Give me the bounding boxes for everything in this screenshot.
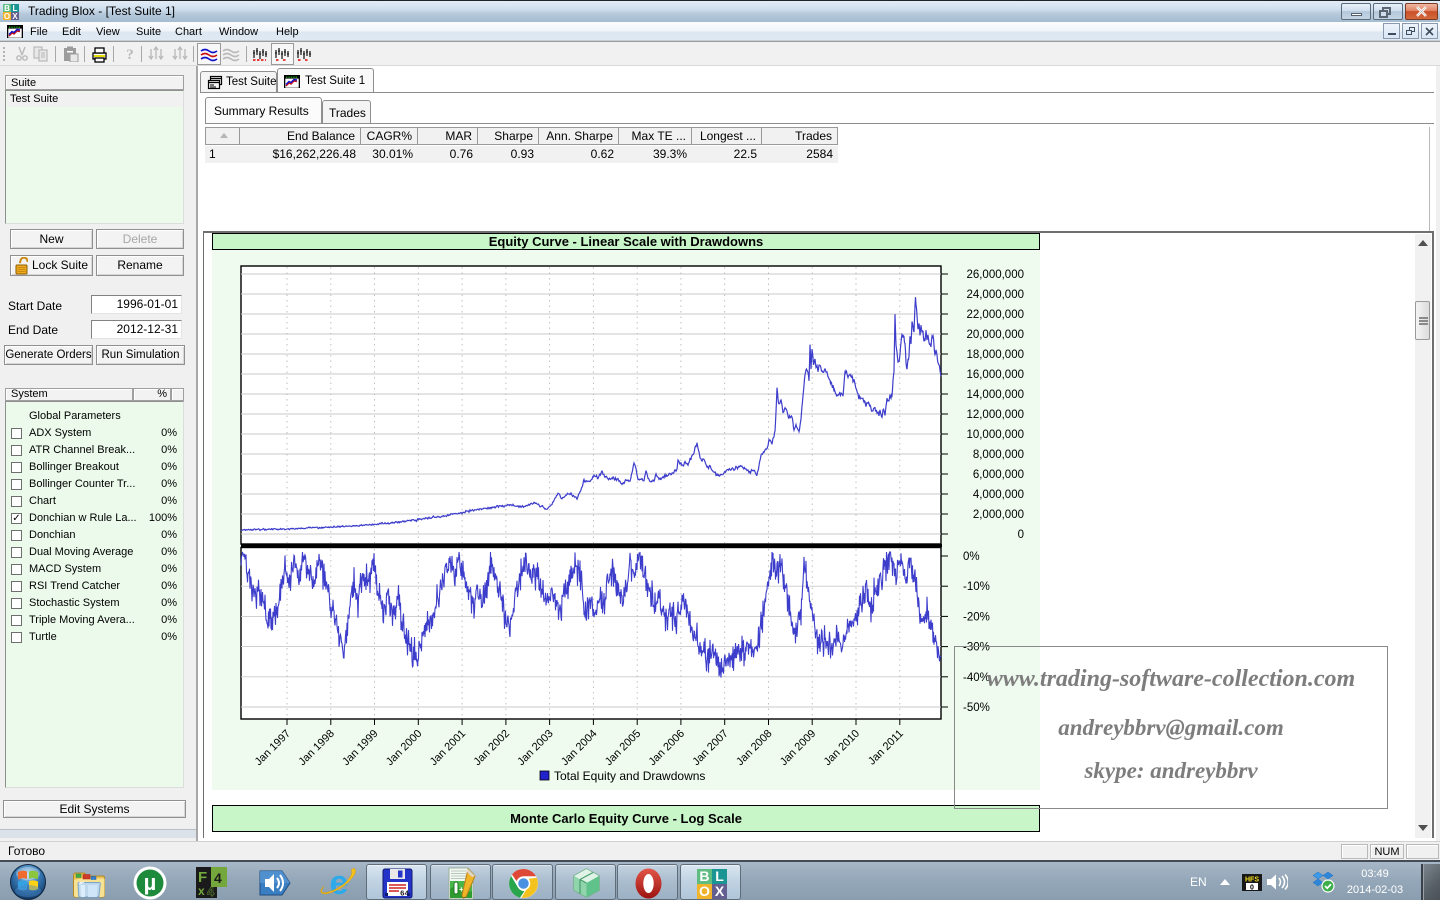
svg-text:-20%: -20% [963, 611, 990, 623]
svg-text:x: x [198, 884, 205, 898]
svg-text:2,000,000: 2,000,000 [973, 509, 1024, 521]
svg-text:22,000,000: 22,000,000 [966, 309, 1024, 321]
svg-text:8,000,000: 8,000,000 [973, 449, 1024, 461]
svg-text:14,000,000: 14,000,000 [966, 389, 1024, 401]
svg-text:12,000,000: 12,000,000 [966, 409, 1024, 421]
svg-text:e: e [330, 865, 349, 899]
svg-text:B: B [699, 869, 709, 884]
svg-text:L: L [715, 869, 724, 884]
svg-text:24,000,000: 24,000,000 [966, 289, 1024, 301]
svg-text:X: X [12, 12, 18, 20]
svg-text:26,000,000: 26,000,000 [966, 269, 1024, 281]
svg-text:HFS: HFS [1245, 877, 1259, 884]
svg-text:6,000,000: 6,000,000 [973, 469, 1024, 481]
svg-text:0: 0 [1018, 529, 1024, 541]
svg-text:4: 4 [214, 870, 222, 886]
svg-text:18,000,000: 18,000,000 [966, 349, 1024, 361]
svg-text:O: O [4, 12, 10, 20]
svg-text:µ: µ [144, 870, 157, 895]
svg-text:X: X [715, 883, 725, 899]
svg-text:-10%: -10% [963, 581, 990, 593]
svg-text:4: 4 [207, 884, 215, 899]
svg-text:O: O [699, 883, 710, 899]
svg-text:0: 0 [1250, 885, 1254, 892]
svg-text:?: ? [126, 47, 134, 62]
svg-text:Total Equity and Drawdowns: Total Equity and Drawdowns [554, 769, 705, 783]
svg-text:16,000,000: 16,000,000 [966, 369, 1024, 381]
svg-text:4,000,000: 4,000,000 [973, 489, 1024, 501]
svg-text:10,000,000: 10,000,000 [966, 429, 1024, 441]
svg-text:20,000,000: 20,000,000 [966, 329, 1024, 341]
svg-text:0%: 0% [963, 551, 980, 563]
